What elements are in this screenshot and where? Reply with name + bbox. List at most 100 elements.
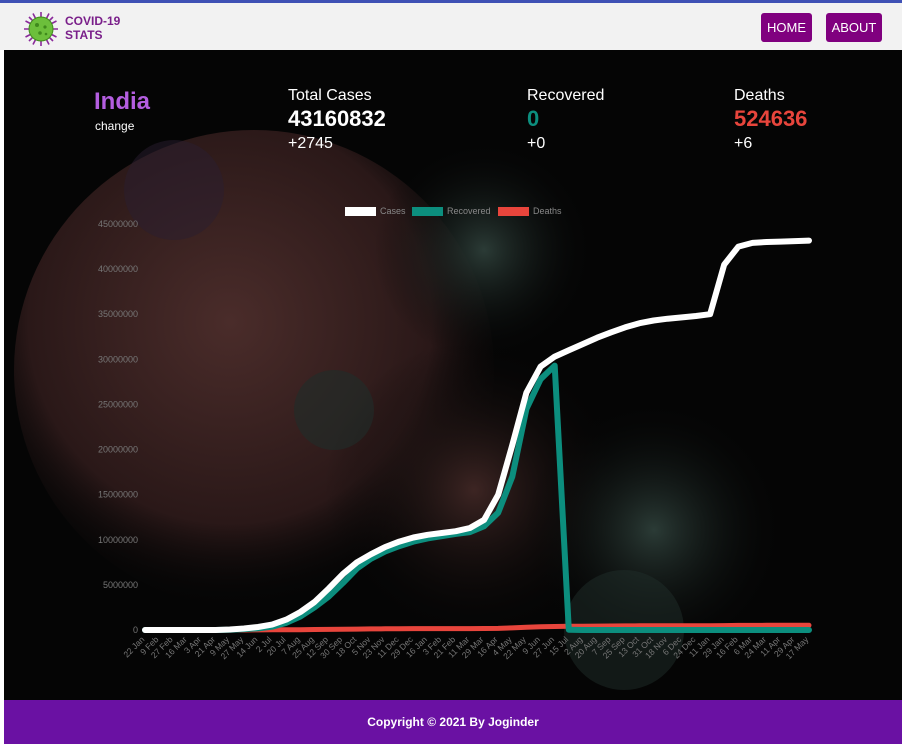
data-point-recovered — [384, 550, 386, 553]
data-point-deaths — [779, 624, 782, 627]
y-tick-label: 5000000 — [103, 580, 138, 590]
data-point-cases — [751, 242, 754, 244]
data-point-deaths — [553, 625, 556, 628]
legend-label-deaths: Deaths — [533, 206, 562, 216]
data-point-deaths — [469, 627, 471, 630]
data-point-cases — [341, 573, 344, 575]
data-point-cases — [440, 532, 443, 534]
data-point-cases — [681, 316, 683, 319]
data-point-cases — [398, 540, 401, 543]
about-button[interactable]: ABOUT — [826, 13, 882, 42]
data-point-cases — [582, 343, 584, 345]
data-point-deaths — [681, 624, 683, 627]
data-point-cases — [243, 627, 245, 630]
y-tick-label: 30000000 — [98, 354, 138, 364]
data-point-deaths — [582, 625, 584, 627]
covid-line-chart[interactable]: 45000000 40000000 35000000 30000000 25000000… — [4, 50, 902, 700]
data-point-deaths — [666, 624, 669, 627]
data-point-cases — [257, 626, 259, 628]
data-point-recovered — [327, 595, 330, 598]
data-point-deaths — [808, 624, 810, 627]
data-point-deaths — [341, 628, 344, 631]
data-point-deaths — [440, 627, 443, 630]
data-point-deaths — [737, 624, 740, 627]
data-point-recovered — [638, 629, 641, 631]
legend-swatch-recovered — [412, 207, 443, 216]
data-point-cases — [285, 618, 288, 621]
data-point-recovered — [356, 567, 358, 570]
data-point-deaths — [539, 625, 542, 628]
series-line-cases — [142, 237, 812, 633]
y-tick-label: 10000000 — [98, 535, 138, 545]
data-point-cases — [808, 239, 810, 242]
brand-line1: COVID-19 — [65, 14, 121, 28]
data-point-deaths — [384, 627, 386, 630]
data-point-deaths — [695, 624, 697, 627]
y-tick-label: 35000000 — [98, 309, 138, 319]
data-point-recovered — [469, 531, 471, 533]
data-point-deaths — [709, 624, 711, 627]
data-point-deaths — [610, 625, 613, 627]
data-point-recovered — [681, 629, 683, 631]
data-point-cases — [469, 527, 471, 529]
data-point-cases — [737, 245, 740, 248]
data-point-cases — [327, 587, 330, 590]
data-point-cases — [186, 629, 189, 631]
data-point-cases — [539, 365, 542, 368]
data-point-deaths — [525, 626, 528, 629]
data-point-deaths — [398, 627, 401, 630]
footer-copyright: Copyright © 2021 By Joginder — [367, 715, 539, 729]
data-point-cases — [666, 317, 669, 320]
data-point-recovered — [511, 475, 514, 478]
navbar: COVID-19 STATS HOME ABOUT — [0, 3, 902, 50]
data-point-cases — [426, 534, 429, 536]
data-point-cases — [356, 561, 358, 564]
data-point-deaths — [638, 625, 641, 627]
y-tick-label: 20000000 — [98, 445, 138, 455]
data-point-recovered — [695, 629, 697, 631]
data-point-cases — [638, 322, 641, 325]
data-point-cases — [596, 336, 598, 339]
virus-logo-icon[interactable] — [23, 11, 59, 47]
data-point-cases — [144, 629, 146, 631]
data-point-cases — [483, 519, 485, 521]
legend-label-recovered: Recovered — [447, 206, 491, 216]
data-point-deaths — [455, 627, 457, 630]
data-point-recovered — [652, 629, 655, 631]
data-point-cases — [271, 623, 273, 626]
data-point-cases — [652, 319, 655, 322]
data-point-deaths — [412, 627, 415, 630]
brand-line2: STATS — [65, 28, 103, 42]
brand-title[interactable]: COVID-19 STATS — [65, 14, 120, 42]
data-point-deaths — [723, 624, 726, 627]
data-point-recovered — [596, 629, 598, 631]
data-point-recovered — [765, 629, 768, 631]
data-point-cases — [568, 349, 570, 352]
data-point-cases — [172, 629, 175, 631]
data-point-cases — [412, 536, 415, 539]
data-point-deaths — [299, 628, 302, 631]
data-point-cases — [455, 530, 457, 533]
data-point-cases — [497, 493, 499, 496]
data-point-deaths — [327, 628, 330, 631]
data-point-deaths — [511, 627, 514, 629]
data-point-deaths — [483, 627, 485, 630]
data-point-cases — [370, 553, 372, 556]
home-button[interactable]: HOME — [761, 13, 812, 42]
data-point-deaths — [794, 624, 796, 627]
y-tick-label: 0 — [133, 625, 138, 635]
data-point-cases — [525, 391, 528, 394]
data-point-recovered — [370, 557, 372, 560]
y-tick-label: 45000000 — [98, 219, 138, 229]
data-point-recovered — [525, 408, 528, 410]
data-point-recovered — [624, 629, 627, 631]
data-point-deaths — [596, 625, 598, 627]
data-point-deaths — [765, 624, 768, 627]
data-point-recovered — [582, 629, 584, 631]
data-point-cases — [610, 331, 613, 334]
data-point-cases — [384, 546, 386, 548]
data-point-cases — [299, 611, 302, 613]
main-stage: India change Total Cases 43160832 +2745 … — [4, 50, 902, 700]
data-point-recovered — [709, 629, 711, 631]
data-point-deaths — [356, 628, 358, 630]
